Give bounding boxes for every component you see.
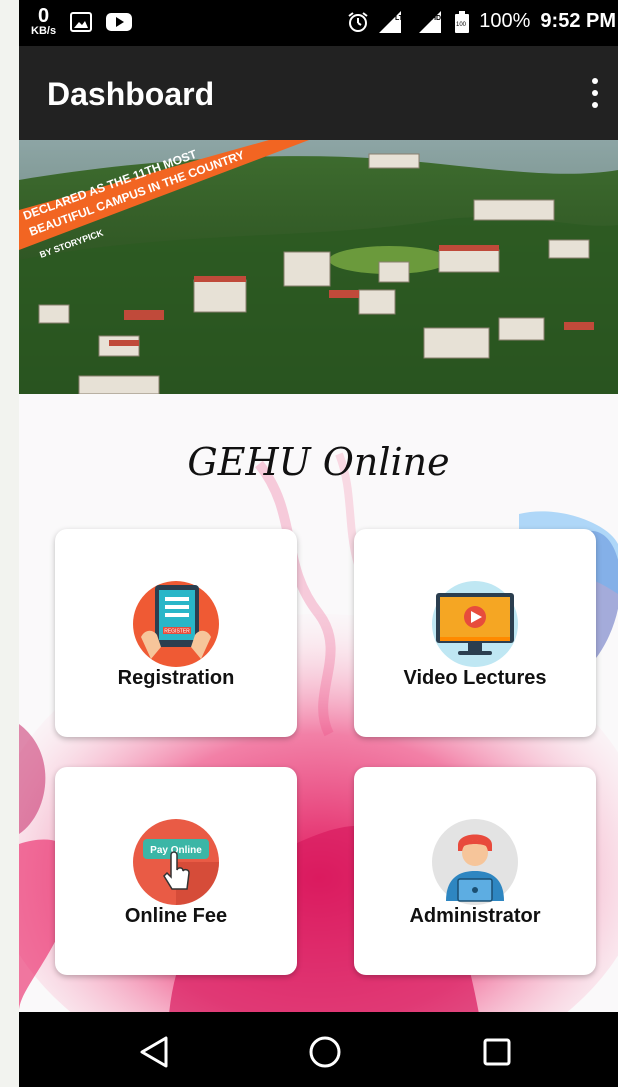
overflow-menu-icon[interactable] <box>588 78 602 108</box>
online-fee-card[interactable]: Pay Online Online Fee <box>55 767 297 975</box>
back-icon[interactable] <box>136 1032 176 1072</box>
clock: 9:52 PM <box>540 10 616 32</box>
pay-online-icon: Pay Online <box>133 819 219 905</box>
navigation-bar <box>19 1012 618 1087</box>
status-bar-left: 0 KB/s <box>31 6 133 37</box>
video-lectures-label: Video Lectures <box>403 667 547 689</box>
battery-percent: 100% <box>479 10 531 32</box>
svg-text:HD: HD <box>431 15 441 22</box>
svg-text:LTE: LTE <box>395 15 408 22</box>
app-bar-title: Dashboard <box>47 76 215 112</box>
video-lectures-card[interactable]: Video Lectures <box>354 529 596 737</box>
administrator-icon <box>432 819 518 905</box>
register-icon-text: REGISTER <box>164 629 190 635</box>
signal-lte-icon: LTE <box>379 10 408 33</box>
network-speed-value: 0 <box>37 5 50 27</box>
video-lectures-icon <box>432 581 518 667</box>
gehu-online-heading: GEHU Online <box>187 440 450 484</box>
overflow-dot <box>592 102 598 108</box>
registration-card[interactable]: REGISTER Registration <box>55 529 297 737</box>
youtube-notification-icon <box>106 12 133 31</box>
recents-icon[interactable] <box>477 1032 517 1072</box>
registration-label: Registration <box>117 667 235 689</box>
status-bar: 0 KB/s LTE HD 100 100% 9:52 PM <box>19 0 618 46</box>
home-icon[interactable] <box>305 1032 345 1072</box>
gallery-notification-icon <box>70 11 93 32</box>
alarm-icon <box>348 11 368 32</box>
overflow-dot <box>592 78 598 84</box>
campus-banner: DECLARED AS THE 11TH MOST BEAUTIFUL CAMP… <box>19 140 618 394</box>
app-bar: Dashboard <box>19 46 618 140</box>
network-speed: 0 KB/s <box>31 6 56 37</box>
campus-photo: DECLARED AS THE 11TH MOST BEAUTIFUL CAMP… <box>19 140 618 394</box>
network-speed-unit: KB/s <box>31 25 57 37</box>
administrator-label: Administrator <box>409 905 541 927</box>
online-fee-label: Online Fee <box>124 905 228 927</box>
phone-screen: 0 KB/s LTE HD 100 100% 9:52 PM Dashboard… <box>19 0 618 1087</box>
battery-icon: 100 <box>455 10 470 33</box>
signal-hd-icon: HD <box>419 10 441 33</box>
registration-tablet-icon: REGISTER <box>133 581 219 667</box>
overflow-dot <box>592 90 598 96</box>
administrator-card[interactable]: Administrator <box>354 767 596 975</box>
dashboard-content: GEHU Online REGISTER Registration Video … <box>19 394 618 1012</box>
status-bar-right: LTE HD 100 100% 9:52 PM <box>347 10 616 33</box>
svg-text:100: 100 <box>456 22 467 28</box>
